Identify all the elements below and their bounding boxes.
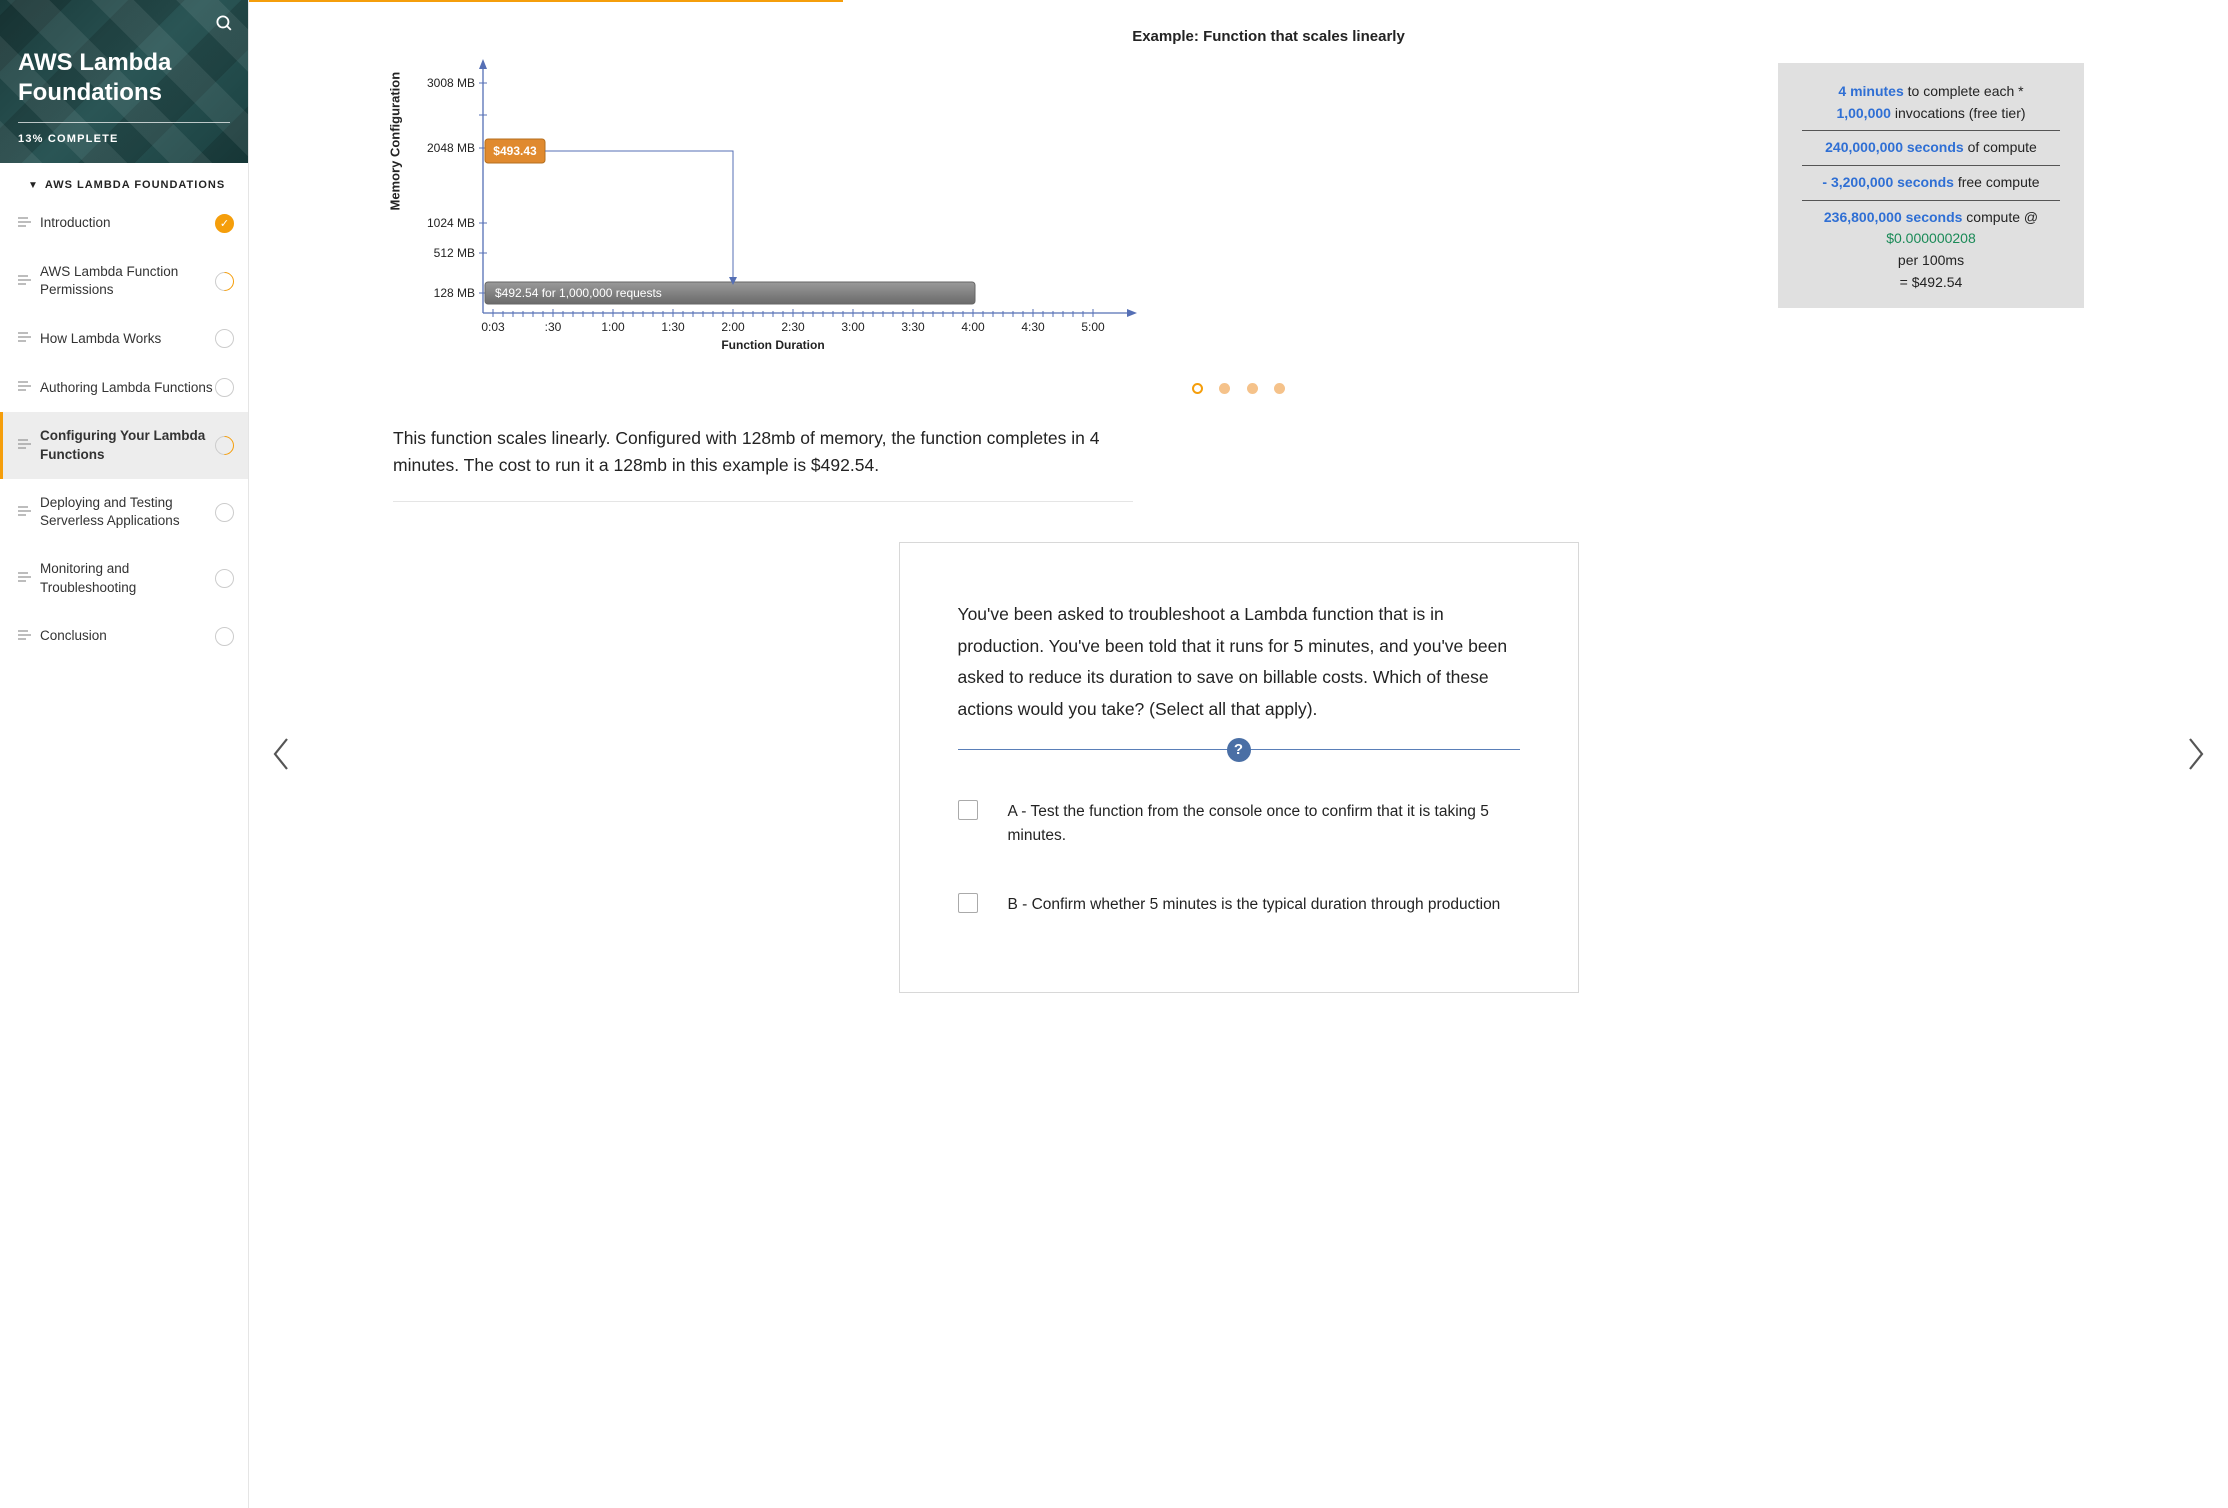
svg-text:3008 MB: 3008 MB — [427, 76, 475, 90]
sidebar-item-0[interactable]: Introduction — [0, 199, 248, 248]
content-scroll[interactable]: Example: Function that scales linearly M… — [313, 0, 2164, 1508]
sidebar-item-7[interactable]: Conclusion — [0, 612, 248, 661]
svg-text:3:30: 3:30 — [901, 320, 925, 334]
nav-status-icon — [215, 329, 234, 348]
main: Example: Function that scales linearly M… — [249, 0, 2228, 1508]
list-icon — [18, 274, 32, 289]
chart-description: This function scales linearly. Configure… — [393, 425, 1133, 502]
progress-text: 13% COMPLETE — [18, 133, 230, 145]
pager-dot-2[interactable] — [1219, 383, 1230, 394]
page-progress-bar — [249, 0, 843, 2]
svg-text:5:00: 5:00 — [1081, 320, 1105, 334]
section-heading[interactable]: ▼AWS LAMBDA FOUNDATIONS — [0, 163, 248, 199]
chart-title: Example: Function that scales linearly — [453, 28, 2084, 45]
nav-item-label: Authoring Lambda Functions — [40, 379, 215, 397]
nav-item-label: AWS Lambda Function Permissions — [40, 263, 215, 299]
nav-status-icon — [215, 503, 234, 522]
svg-text:2:30: 2:30 — [781, 320, 805, 334]
svg-text:1:30: 1:30 — [661, 320, 685, 334]
sidebar-item-3[interactable]: Authoring Lambda Functions — [0, 363, 248, 412]
list-icon — [18, 571, 32, 586]
sidebar: AWS Lambda Foundations 13% COMPLETE ▼AWS… — [0, 0, 249, 1508]
nav-status-icon — [215, 214, 234, 233]
svg-text:0:03: 0:03 — [481, 320, 505, 334]
quiz-divider: ? — [958, 749, 1520, 750]
svg-text:Function Duration: Function Duration — [721, 338, 824, 352]
sidebar-header: AWS Lambda Foundations 13% COMPLETE — [0, 0, 248, 163]
calculation-box: 4 minutes to complete each *1,00,000 inv… — [1778, 63, 2084, 308]
list-icon — [18, 380, 32, 395]
pager-dot-3[interactable] — [1247, 383, 1258, 394]
quiz-question: You've been asked to troubleshoot a Lamb… — [958, 599, 1520, 725]
svg-text:$493.43: $493.43 — [493, 144, 537, 158]
course-title: AWS Lambda Foundations — [18, 48, 230, 108]
pager-dot-4[interactable] — [1274, 383, 1285, 394]
prev-page-arrow[interactable] — [249, 0, 313, 1508]
list-icon — [18, 629, 32, 644]
next-page-arrow[interactable] — [2164, 0, 2228, 1508]
list-icon — [18, 331, 32, 346]
carousel-pager — [393, 381, 2084, 399]
nav-item-label: Deploying and Testing Serverless Applica… — [40, 494, 215, 530]
question-icon: ? — [1227, 738, 1251, 762]
nav-item-label: Introduction — [40, 214, 215, 232]
pager-dot-1[interactable] — [1192, 383, 1203, 394]
svg-text:4:30: 4:30 — [1021, 320, 1045, 334]
nav-status-icon — [215, 378, 234, 397]
svg-text:3:00: 3:00 — [841, 320, 865, 334]
list-icon — [18, 438, 32, 453]
nav-item-label: Monitoring and Troubleshooting — [40, 560, 215, 596]
svg-text:2048 MB: 2048 MB — [427, 141, 475, 155]
svg-text:1:00: 1:00 — [601, 320, 625, 334]
svg-text:2:00: 2:00 — [721, 320, 745, 334]
checkbox-a[interactable] — [958, 800, 978, 820]
list-icon — [18, 216, 32, 231]
list-icon — [18, 505, 32, 520]
nav-list: Introduction AWS Lambda Function Permissi… — [0, 199, 248, 661]
nav-status-icon — [215, 569, 234, 588]
svg-text::30: :30 — [545, 320, 562, 334]
svg-text:$492.54 for 1,000,000 requests: $492.54 for 1,000,000 requests — [495, 286, 662, 300]
app-root: AWS Lambda Foundations 13% COMPLETE ▼AWS… — [0, 0, 2228, 1508]
checkbox-b[interactable] — [958, 893, 978, 913]
nav-status-icon — [211, 432, 238, 459]
nav-item-label: Conclusion — [40, 627, 215, 645]
nav-status-icon — [211, 268, 238, 295]
nav-status-icon — [215, 627, 234, 646]
svg-text:128 MB: 128 MB — [434, 286, 475, 300]
search-icon[interactable] — [215, 14, 234, 38]
nav-item-label: Configuring Your Lambda Functions — [40, 427, 215, 463]
sidebar-item-2[interactable]: How Lambda Works — [0, 314, 248, 363]
svg-text:512 MB: 512 MB — [434, 246, 475, 260]
quiz-card: You've been asked to troubleshoot a Lamb… — [899, 542, 1579, 993]
quiz-option-b-text: B - Confirm whether 5 minutes is the typ… — [1008, 893, 1501, 916]
quiz-option-a-text: A - Test the function from the console o… — [1008, 800, 1520, 847]
nav-item-label: How Lambda Works — [40, 330, 215, 348]
svg-text:4:00: 4:00 — [961, 320, 985, 334]
sidebar-item-5[interactable]: Deploying and Testing Serverless Applica… — [0, 479, 248, 545]
quiz-option-a[interactable]: A - Test the function from the console o… — [958, 800, 1520, 847]
chart-svg: 3008 MB 2048 MB 1024 MB 512 MB 128 MB — [393, 53, 1173, 353]
sidebar-item-6[interactable]: Monitoring and Troubleshooting — [0, 545, 248, 611]
progress-divider — [18, 122, 230, 123]
sidebar-item-1[interactable]: AWS Lambda Function Permissions — [0, 248, 248, 314]
sidebar-item-4[interactable]: Configuring Your Lambda Functions — [0, 412, 248, 478]
chart-wrap: Memory Configuration 3008 MB 2048 MB 102… — [393, 53, 2084, 353]
svg-text:1024 MB: 1024 MB — [427, 216, 475, 230]
quiz-option-b[interactable]: B - Confirm whether 5 minutes is the typ… — [958, 893, 1520, 916]
